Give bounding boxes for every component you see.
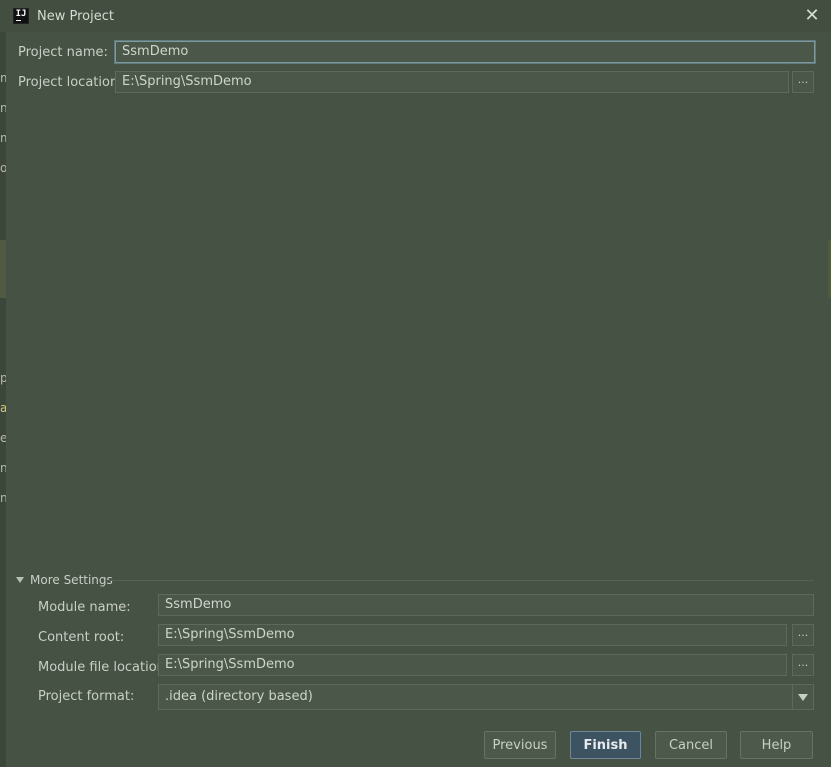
project-location-input[interactable]: E:\Spring\SsmDemo	[115, 71, 789, 93]
cancel-button[interactable]: Cancel	[655, 731, 727, 759]
more-settings-label: More Settings	[30, 573, 113, 587]
dropdown-arrow-icon[interactable]	[792, 685, 813, 709]
project-format-value: .idea (directory based)	[165, 689, 313, 704]
separator	[108, 580, 814, 581]
title-bar: IJ New Project ✕	[0, 0, 831, 32]
more-settings-toggle[interactable]: More Settings	[16, 573, 113, 587]
new-project-dialog: m n m o p a e n n IJ New Project ✕ Proje…	[0, 0, 831, 767]
help-button[interactable]: Help	[740, 731, 813, 759]
previous-button[interactable]: Previous	[484, 731, 556, 759]
content-root-input[interactable]: E:\Spring\SsmDemo	[158, 624, 787, 646]
project-format-label: Project format:	[38, 689, 135, 704]
window-title: New Project	[37, 8, 114, 24]
intellij-logo-icon: IJ	[13, 8, 29, 24]
finish-button[interactable]: Finish	[570, 731, 641, 759]
dialog-content: Project name: SsmDemo Project location: …	[6, 32, 828, 767]
content-root-label: Content root:	[38, 630, 125, 645]
module-file-location-browse-button[interactable]: ...	[792, 654, 814, 676]
project-location-label: Project location:	[18, 75, 123, 90]
module-file-location-input[interactable]: E:\Spring\SsmDemo	[158, 654, 787, 676]
module-name-input[interactable]: SsmDemo	[158, 594, 814, 616]
content-root-browse-button[interactable]: ...	[792, 624, 814, 646]
close-icon[interactable]: ✕	[803, 7, 821, 25]
project-location-browse-button[interactable]: ...	[792, 71, 814, 93]
project-name-label: Project name:	[18, 45, 108, 60]
project-name-input[interactable]: SsmDemo	[115, 41, 815, 63]
project-format-select[interactable]: .idea (directory based)	[158, 684, 814, 710]
expand-triangle-icon	[16, 577, 24, 583]
module-file-location-label: Module file location:	[38, 660, 170, 675]
module-name-label: Module name:	[38, 600, 131, 615]
